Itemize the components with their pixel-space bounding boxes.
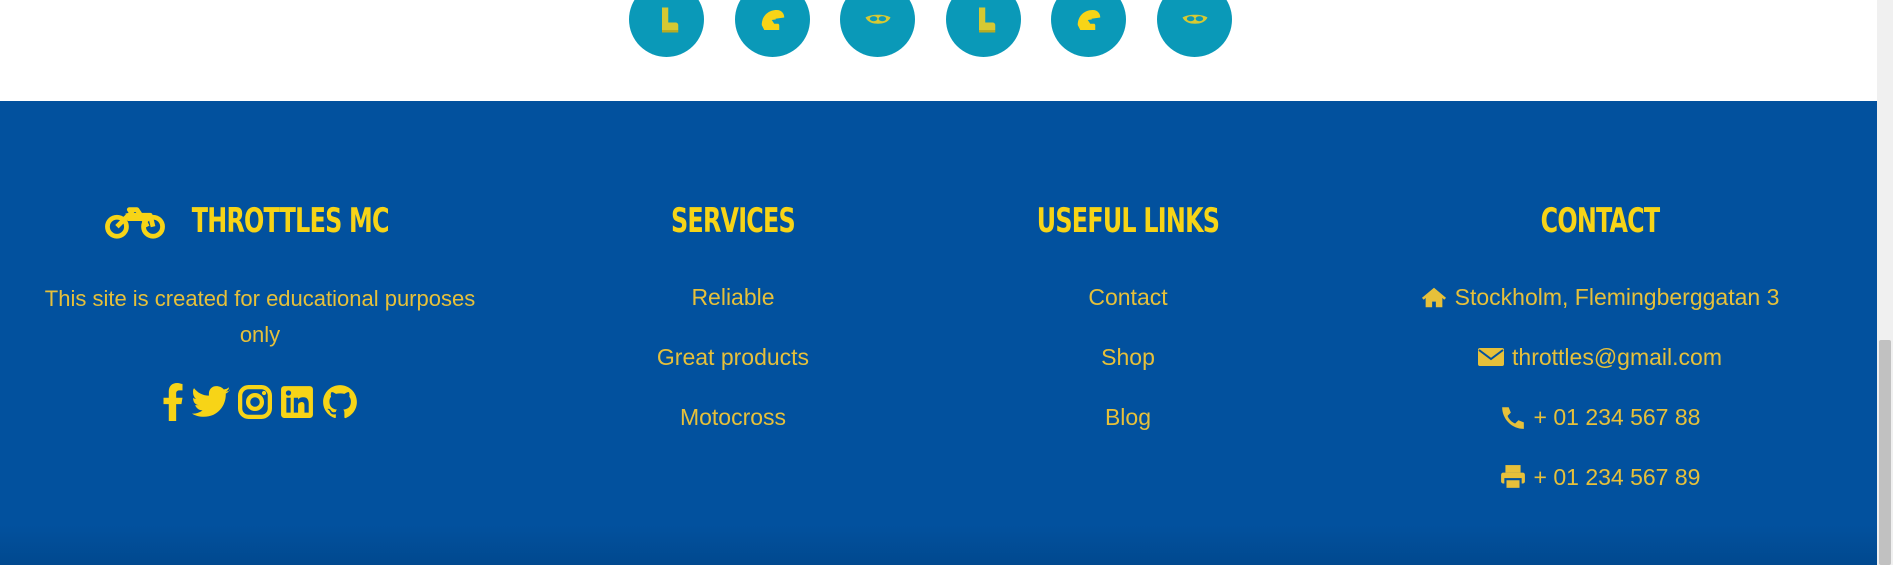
contact-phone: + 01 234 567 88 (1370, 403, 1830, 463)
services-list: Reliable Great products Motocross (563, 283, 903, 463)
service-link-great-products[interactable]: Great products (563, 343, 903, 403)
contact-email-text[interactable]: throttles@gmail.com (1512, 343, 1722, 371)
footer-description: This site is created for educational pur… (44, 286, 476, 347)
instagram-icon[interactable] (238, 383, 272, 421)
contact-fax: + 01 234 567 89 (1370, 463, 1830, 523)
category-helmets-button[interactable] (735, 0, 810, 57)
home-icon (1421, 287, 1446, 308)
phone-icon (1501, 407, 1524, 429)
contact-list: Stockholm, Flemingberggatan 3 throttles@… (1370, 283, 1830, 523)
contact-address-text: Stockholm, Flemingberggatan 3 (1454, 284, 1780, 310)
github-icon[interactable] (322, 383, 358, 421)
services-heading: SERVICES (671, 201, 796, 241)
social-links (40, 383, 480, 421)
linkedin-icon[interactable] (280, 383, 314, 421)
helmet-icon (1077, 9, 1100, 30)
category-boots-button[interactable] (946, 0, 1021, 57)
site-footer: THROTTLES MC This site is created for ed… (0, 101, 1877, 565)
goggles-icon (865, 14, 890, 24)
scrollbar-thumb[interactable] (1879, 340, 1891, 565)
category-helmets-button[interactable] (1051, 0, 1126, 57)
useful-links-heading: USEFUL LINKS (1036, 201, 1220, 241)
service-link-reliable[interactable]: Reliable (563, 283, 903, 343)
footer-services-column: SERVICES Reliable Great products Motocro… (563, 201, 903, 463)
category-goggles-button[interactable] (840, 0, 915, 57)
footer-brand: THROTTLES MC (40, 201, 480, 241)
helmet-icon (761, 9, 784, 30)
contact-phone-text[interactable]: + 01 234 567 88 (1534, 403, 1701, 431)
page-scrollbar[interactable] (1877, 0, 1893, 565)
contact-address: Stockholm, Flemingberggatan 3 (1370, 283, 1830, 343)
print-icon (1500, 465, 1525, 490)
footer-bottom-fade (0, 525, 1877, 565)
category-strip (0, 0, 1877, 101)
twitter-icon[interactable] (192, 383, 230, 421)
footer-brand-name: THROTTLES MC (191, 201, 390, 241)
contact-email: throttles@gmail.com (1370, 343, 1830, 403)
boot-icon (661, 7, 678, 32)
footer-link-blog[interactable]: Blog (968, 403, 1288, 463)
contact-fax-text: + 01 234 567 89 (1533, 464, 1701, 490)
service-link-motocross[interactable]: Motocross (563, 403, 903, 463)
useful-links-list: Contact Shop Blog (968, 283, 1288, 463)
boot-icon (978, 7, 995, 32)
motorcycle-icon (104, 207, 165, 239)
footer-brand-column: THROTTLES MC This site is created for ed… (40, 201, 480, 421)
goggles-icon (1182, 14, 1207, 24)
category-boots-button[interactable] (629, 0, 704, 57)
footer-contact-column: CONTACT Stockholm, Flemingberggatan 3 th… (1370, 201, 1830, 523)
footer-useful-links-column: USEFUL LINKS Contact Shop Blog (968, 201, 1288, 463)
category-goggles-button[interactable] (1157, 0, 1232, 57)
facebook-icon[interactable] (162, 383, 184, 421)
footer-link-shop[interactable]: Shop (968, 343, 1288, 403)
contact-heading: CONTACT (1540, 201, 1661, 241)
footer-link-contact[interactable]: Contact (968, 283, 1288, 343)
envelope-icon (1478, 348, 1505, 366)
